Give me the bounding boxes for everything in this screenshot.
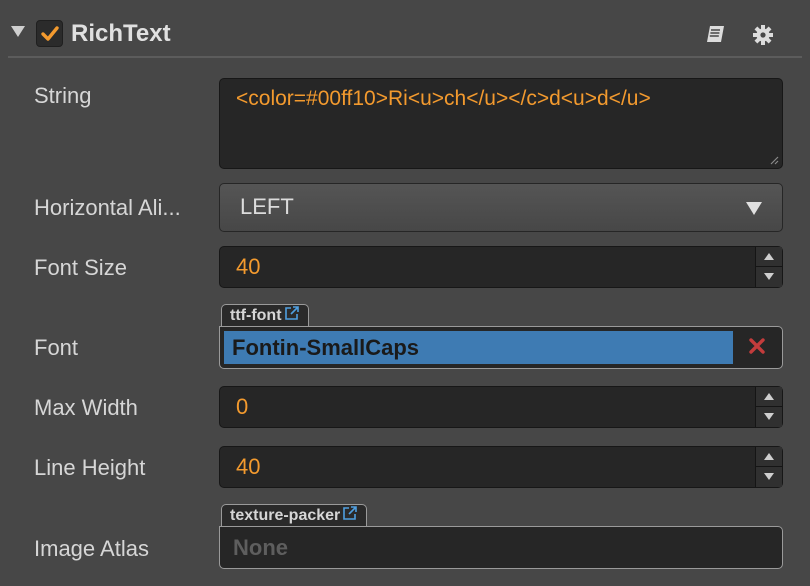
font-size-value: 40 xyxy=(236,254,261,279)
inspector-panel: RichText String <color=#00ff10>Ri<u>ch</… xyxy=(0,0,810,586)
line-height-value: 40 xyxy=(236,454,261,479)
decrement-button[interactable] xyxy=(756,267,782,287)
image-atlas-asset-type-tab[interactable]: texture-packer xyxy=(221,504,368,528)
component-title: RichText xyxy=(71,20,171,47)
collapse-arrow-icon[interactable] xyxy=(11,26,25,37)
horizontal-align-value: LEFT xyxy=(240,194,294,219)
increment-button[interactable] xyxy=(756,247,782,267)
font-asset-type: ttf-font xyxy=(230,307,282,324)
decrement-button[interactable] xyxy=(756,407,782,427)
string-label: String xyxy=(34,83,92,108)
horizontal-align-label: Horizontal Ali... xyxy=(34,195,181,220)
max-width-input[interactable]: 0 xyxy=(219,386,783,428)
arrow-down-icon xyxy=(764,473,774,480)
horizontal-align-select[interactable]: LEFT xyxy=(219,183,783,232)
component-header: RichText xyxy=(0,0,810,66)
max-width-value: 0 xyxy=(236,394,249,419)
increment-button[interactable] xyxy=(756,447,782,467)
font-asset-value: Fontin-SmallCaps xyxy=(232,335,420,360)
external-link-icon[interactable] xyxy=(284,305,300,321)
line-height-input[interactable]: 40 xyxy=(219,446,783,488)
image-atlas-asset-field[interactable]: None xyxy=(219,526,783,569)
header-divider xyxy=(8,56,802,58)
string-textarea[interactable]: <color=#00ff10>Ri<u>ch</u></c>d<u>d</u> xyxy=(219,78,783,169)
image-atlas-label: Image Atlas xyxy=(34,536,149,561)
checkmark-icon xyxy=(41,26,59,41)
arrow-down-icon xyxy=(764,273,774,280)
line-height-label: Line Height xyxy=(34,455,146,480)
font-asset-selection[interactable]: Fontin-SmallCaps xyxy=(224,331,733,364)
clear-icon[interactable] xyxy=(748,337,766,355)
arrow-down-icon xyxy=(764,413,774,420)
max-width-stepper xyxy=(755,387,782,427)
resize-grip-icon[interactable] xyxy=(769,155,779,165)
arrow-up-icon xyxy=(764,453,774,460)
arrow-up-icon xyxy=(764,393,774,400)
arrow-up-icon xyxy=(764,253,774,260)
string-value: <color=#00ff10>Ri<u>ch</u></c>d<u>d</u> xyxy=(236,87,651,110)
font-size-input[interactable]: 40 xyxy=(219,246,783,288)
line-height-stepper xyxy=(755,447,782,487)
max-width-label: Max Width xyxy=(34,395,138,420)
font-size-stepper xyxy=(755,247,782,287)
book-icon[interactable] xyxy=(705,24,727,44)
decrement-button[interactable] xyxy=(756,467,782,487)
increment-button[interactable] xyxy=(756,387,782,407)
dropdown-arrow-icon xyxy=(746,202,762,215)
font-asset-field[interactable]: Fontin-SmallCaps xyxy=(219,326,783,369)
external-link-icon[interactable] xyxy=(342,505,358,521)
image-atlas-asset-type: texture-packer xyxy=(230,507,341,524)
font-asset-type-tab[interactable]: ttf-font xyxy=(221,304,309,328)
font-size-label: Font Size xyxy=(34,255,127,280)
gear-icon[interactable] xyxy=(752,24,774,46)
font-label: Font xyxy=(34,335,79,360)
enable-checkbox[interactable] xyxy=(36,20,63,47)
image-atlas-value: None xyxy=(233,535,288,560)
